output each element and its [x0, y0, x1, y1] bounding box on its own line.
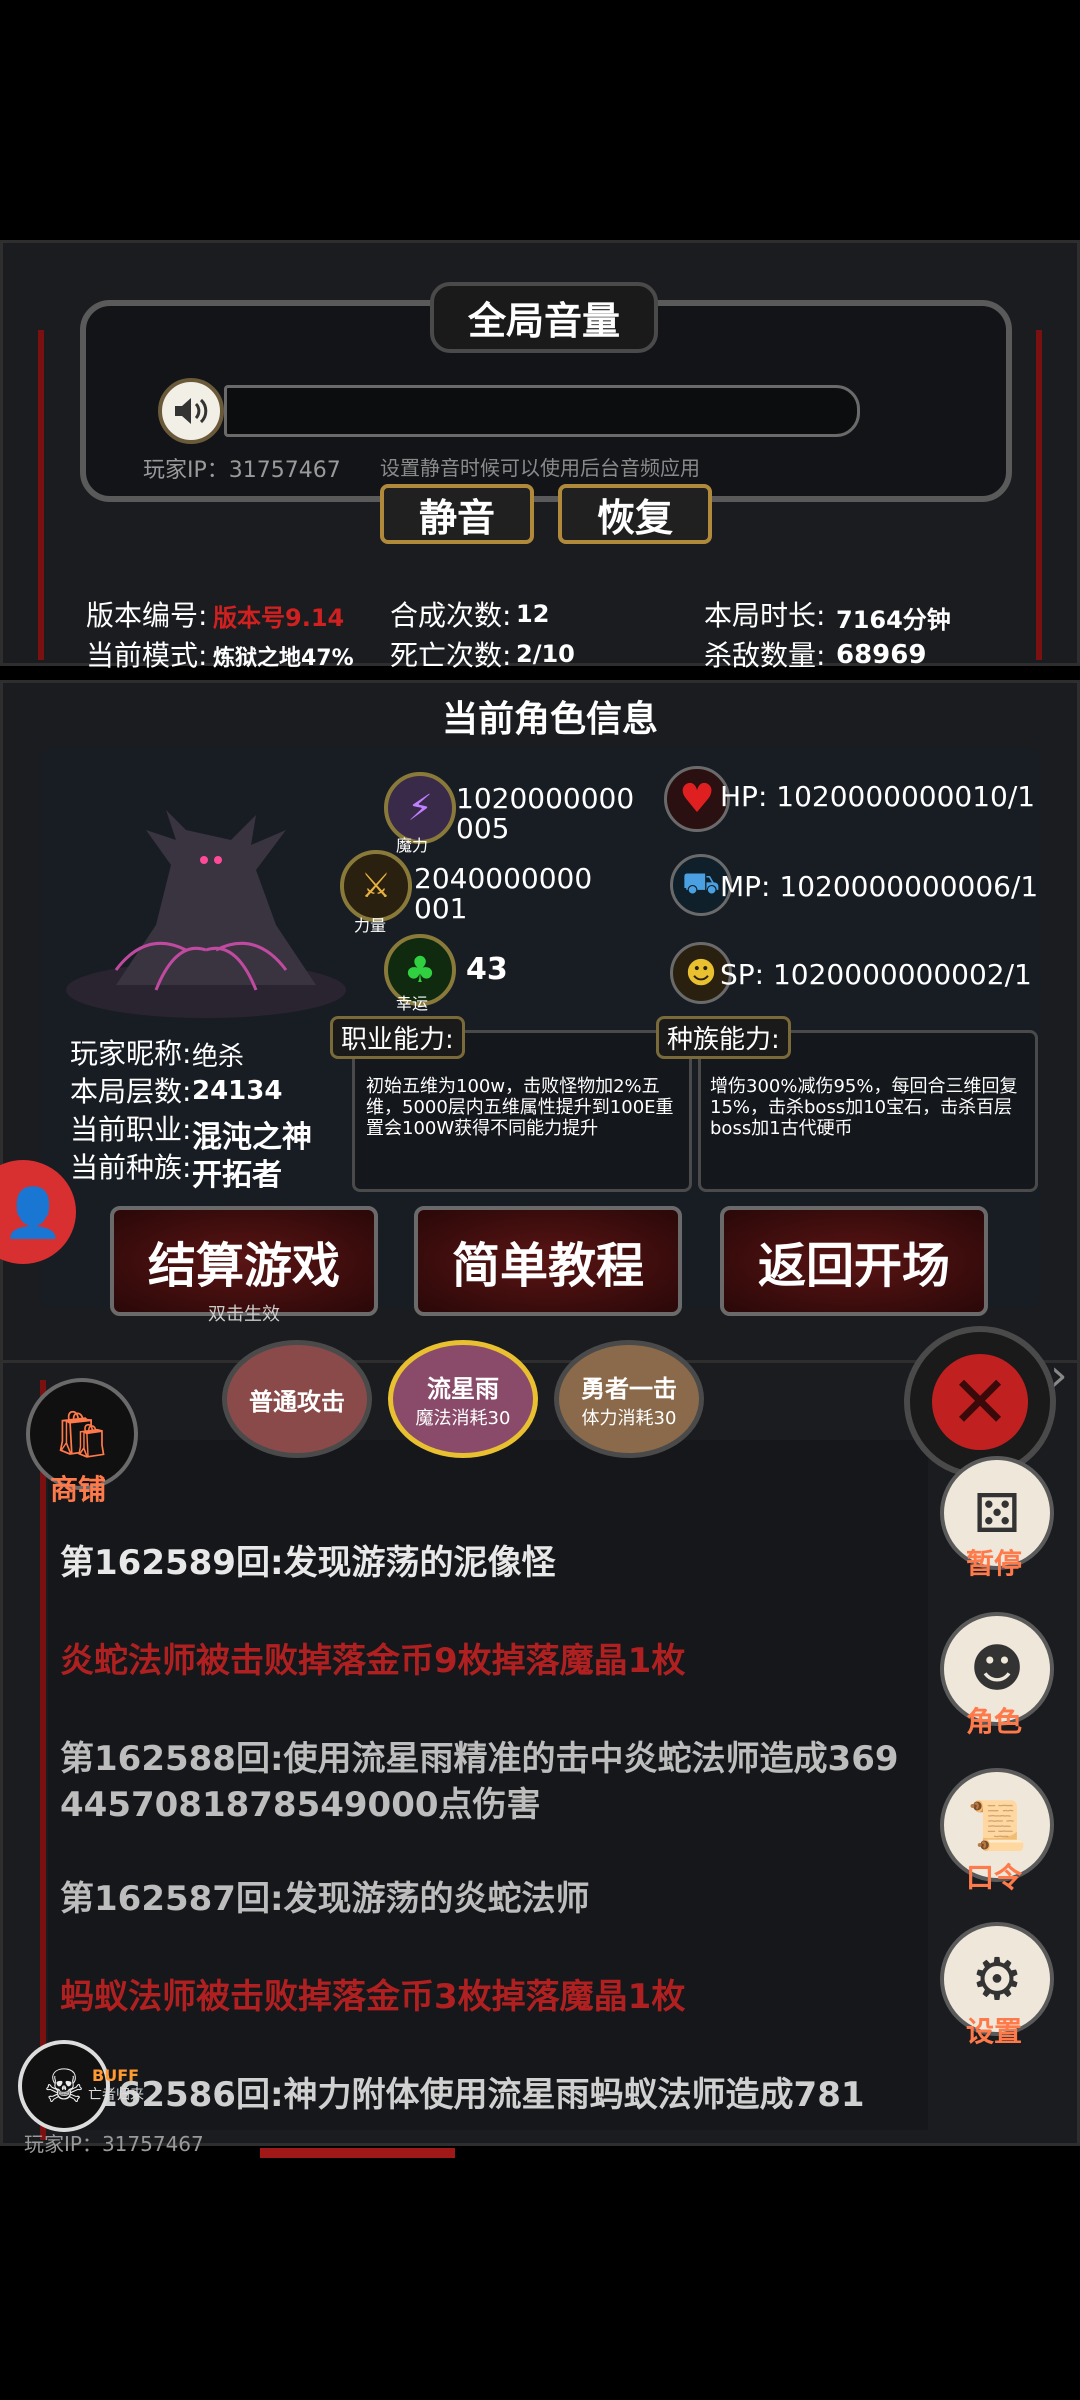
settle-hint: 双击生效: [208, 1304, 280, 1325]
role-label: 角色: [965, 1705, 1022, 1738]
merge-label: 合成次数:: [390, 599, 512, 632]
footer-progress: [260, 2148, 455, 2158]
log-line: 第162587回:发现游荡的炎蛇法师: [60, 1879, 590, 1919]
kills-label: 杀敌数量:: [704, 639, 826, 672]
restore-button[interactable]: 恢复: [558, 484, 712, 544]
close-icon: ✕: [932, 1354, 1028, 1450]
code-label: 口令: [965, 1861, 1022, 1894]
mute-button[interactable]: 静音: [380, 484, 534, 544]
job-ability-text: 初始五维为100w，击败怪物加2%五维，5000层内五维属性提升到100E重置会…: [366, 1076, 674, 1139]
floor-value: 24134: [192, 1076, 283, 1106]
buff-sub-label: 亡者归来: [88, 2087, 144, 2103]
log-line: 162586回:神力附体使用流星雨蚂蚁法师造成781: [94, 2075, 865, 2115]
version-label: 版本编号:: [86, 599, 208, 632]
luck-caption: 幸运: [396, 994, 429, 1013]
volume-title: 全局音量: [430, 282, 658, 353]
back-to-start-button[interactable]: 返回开场: [720, 1206, 988, 1316]
back-to-start-label: 返回开场: [757, 1238, 950, 1294]
mode-value: 炼狱之地47%: [213, 646, 354, 671]
merge-value: 12: [516, 600, 550, 628]
magic-value: 1020000000005: [456, 782, 635, 845]
floor-label: 本局层数:: [70, 1075, 192, 1108]
character-section-title: 当前角色信息: [441, 699, 658, 740]
duration-value: 7164分钟: [836, 606, 951, 634]
pause-label: 暂停: [965, 1547, 1022, 1580]
character-avatar: [56, 790, 376, 1020]
version-value: 版本号9.14: [213, 604, 345, 632]
job-label: 当前职业:: [70, 1113, 192, 1146]
player-ip: 玩家IP：31757467: [143, 458, 341, 483]
nickname-label: 玩家昵称:: [70, 1037, 192, 1070]
settings-label: 设置: [965, 2015, 1022, 2048]
brave-strike-cost: 体力消耗30: [581, 1407, 677, 1429]
luck-value: 43: [466, 952, 508, 987]
frame-red-line: [1036, 330, 1042, 660]
magic-caption: 魔力: [396, 836, 429, 855]
duration-label: 本局时长:: [704, 599, 826, 632]
volume-hint: 设置静音时候可以使用后台音频应用: [380, 456, 700, 480]
brave-strike-label: 勇者一击: [581, 1374, 677, 1403]
meteor-cost: 魔法消耗30: [415, 1407, 511, 1429]
sp-value: SP: 1020000000002/1: [720, 958, 1032, 991]
brave-strike-skill[interactable]: 勇者一击 体力消耗30: [554, 1340, 704, 1458]
tutorial-label: 简单教程: [451, 1238, 644, 1294]
settle-game-label: 结算游戏: [147, 1238, 340, 1294]
nickname-value: 绝杀: [192, 1042, 245, 1072]
death-value: 2/10: [516, 640, 575, 668]
race-ability-text: 增伤300%减伤95%，每回合三维回复15%，击杀boss加10宝石，击杀百层b…: [710, 1076, 1018, 1139]
meteor-skill[interactable]: 流星雨 魔法消耗30: [388, 1340, 538, 1458]
meteor-label: 流星雨: [427, 1374, 499, 1403]
normal-attack-skill[interactable]: 普通攻击: [222, 1340, 372, 1458]
strength-caption: 力量: [354, 916, 387, 935]
close-button[interactable]: ✕: [904, 1326, 1056, 1478]
log-line: 炎蛇法师被击败掉落金币9枚掉落魔晶1枚: [60, 1641, 686, 1681]
log-line: 第162589回:发现游荡的泥像怪: [60, 1543, 556, 1583]
tutorial-button[interactable]: 简单教程: [414, 1206, 682, 1316]
battle-log: 第162589回:发现游荡的泥像怪 炎蛇法师被击败掉落金币9枚掉落魔晶1枚 第1…: [60, 1540, 920, 2118]
log-line: 第162588回:使用流星雨精准的击中炎蛇法师造成369445708187854…: [60, 1739, 899, 1825]
frame-red-line: [38, 330, 44, 660]
mode-label: 当前模式:: [86, 639, 208, 672]
death-label: 死亡次数:: [390, 639, 512, 672]
footer-player-ip: 玩家IP：31757467: [24, 2132, 204, 2156]
race-value: 开拓者: [192, 1158, 282, 1193]
race-ability-title: 种族能力:: [656, 1016, 791, 1059]
job-ability-title: 职业能力:: [330, 1016, 465, 1059]
strength-value: 2040000000001: [414, 862, 593, 925]
volume-slider[interactable]: [224, 385, 860, 437]
normal-attack-label: 普通攻击: [249, 1387, 345, 1416]
kills-value: 68969: [836, 640, 927, 670]
mp-value: MP: 1020000000006/1: [720, 870, 1039, 903]
chevron-right-icon[interactable]: ›: [1050, 1350, 1068, 1401]
log-line: 蚂蚁法师被击败掉落金币3枚掉落魔晶1枚: [60, 1977, 686, 2017]
hp-value: HP: 1020000000010/1: [720, 780, 1036, 813]
race-label: 当前种族:: [70, 1151, 192, 1184]
shop-label: 商铺: [49, 1473, 106, 1506]
speaker-icon[interactable]: [158, 378, 224, 444]
buff-label: BUFF: [92, 2066, 140, 2085]
